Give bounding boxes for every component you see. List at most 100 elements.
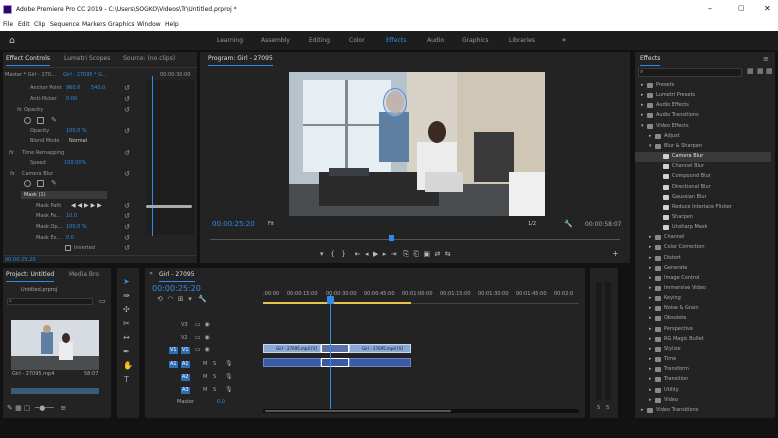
timeline-close-icon[interactable]: ✕ [149, 272, 153, 277]
master-value[interactable]: 0.0 [217, 400, 225, 405]
timeline-timecode[interactable]: 00:00:25:20 [152, 285, 201, 293]
mask-ellipse[interactable] [383, 88, 407, 117]
chevron-right-icon[interactable]: ▸ [641, 113, 644, 118]
chevron-right-icon[interactable]: ▸ [649, 397, 652, 403]
effects-folder[interactable]: ▸ Stylize [635, 345, 771, 355]
timeline-playhead-handle[interactable] [327, 296, 334, 304]
rectangle-mask-icon[interactable] [37, 117, 44, 124]
effects-folder[interactable]: ▸ Transform [635, 365, 771, 375]
a3-mute[interactable]: M [203, 388, 207, 393]
meter-solo-left[interactable]: S [597, 406, 600, 411]
effects-folder[interactable]: ▸ Audio Effects [635, 101, 771, 111]
a3-solo[interactable]: S [213, 388, 216, 393]
chevron-down-icon[interactable]: ▾ [641, 123, 644, 129]
workspace-learning[interactable]: Learning [217, 38, 243, 44]
chevron-right-icon[interactable]: ▸ [649, 326, 652, 332]
track-a1-label[interactable]: A1 [181, 361, 190, 368]
anchor-y[interactable]: 540.0 [91, 86, 105, 91]
cb-ellipse-mask-icon[interactable] [24, 180, 31, 187]
a1-source-toggle[interactable]: A1 [169, 361, 178, 368]
tab-source[interactable]: Source: (no clips) [123, 56, 175, 62]
effects-folder[interactable]: ▸ Color Correction [635, 243, 771, 253]
effects-folder[interactable]: ▸ Video [635, 396, 771, 406]
timeline-playhead[interactable] [330, 295, 331, 409]
ripple-edit-tool-icon[interactable]: ✣ [123, 306, 130, 314]
chevron-right-icon[interactable]: ▸ [649, 245, 652, 250]
program-timecode[interactable]: 00:00:25:20 [212, 221, 255, 228]
ellipse-mask-icon[interactable] [24, 117, 31, 124]
workspace-audio[interactable]: Audio [427, 38, 444, 44]
ec-current-time[interactable]: 00:00:25:20 [5, 258, 36, 263]
chevron-right-icon[interactable]: ▸ [649, 336, 652, 342]
program-title[interactable]: Program: Girl - 27095 [208, 56, 273, 66]
effects-item[interactable]: Camera Blur [635, 152, 771, 163]
effects-item[interactable]: Channel Blur [635, 162, 771, 172]
track-v3-controls[interactable]: ▭ ◉ [195, 322, 210, 328]
chevron-right-icon[interactable]: ▸ [641, 93, 644, 98]
chevron-right-icon[interactable]: ▸ [649, 346, 652, 352]
home-icon[interactable]: ⌂ [9, 36, 15, 46]
tab-effect-controls[interactable]: Effect Controls [6, 56, 50, 66]
yuv-effects-icon[interactable]: ▦ [766, 68, 773, 75]
track-v3-label[interactable]: V3 [181, 323, 188, 328]
effects-folder[interactable]: ▸ Perspective [635, 325, 771, 335]
reset-icon[interactable]: ↺ [124, 96, 130, 103]
menu-clip[interactable]: Clip [34, 22, 45, 28]
selection-tool-icon[interactable]: ➤ [123, 278, 130, 286]
video-clip[interactable]: Girl - 27095.mp4 [V] [263, 344, 321, 353]
chevron-right-icon[interactable]: ▸ [649, 296, 652, 301]
effects-item[interactable]: Sharpen [635, 213, 771, 223]
more-workspaces-icon[interactable]: » [562, 37, 566, 44]
effects-folder[interactable]: ▸ Video Transitions [635, 406, 771, 416]
timeline-tool-icons[interactable]: ⟲ ◠ ⊞ ▾ 🔧 [157, 296, 207, 303]
maximize-button[interactable]: ▢ [738, 5, 745, 12]
sequence-name[interactable]: Girl - 27095 * G... [63, 73, 107, 78]
chevron-down-icon[interactable]: ▾ [649, 143, 652, 149]
menu-sequence[interactable]: Sequence [50, 22, 80, 28]
camera-blur-label[interactable]: Camera Blur [22, 172, 53, 177]
workspace-effects[interactable]: Effects [386, 38, 406, 44]
effects-folder[interactable]: ▸ Generate [635, 264, 771, 274]
program-playhead-marker[interactable] [389, 235, 394, 241]
effects-folder[interactable]: ▸ Keying [635, 294, 771, 304]
mask-opacity-value[interactable]: 100.0 % [66, 225, 87, 230]
chevron-right-icon[interactable]: ▸ [649, 255, 652, 261]
menu-graphics[interactable]: Graphics [108, 22, 135, 28]
razor-tool-icon[interactable]: ✂ [123, 320, 130, 328]
timeline-h-scrollbar[interactable] [263, 409, 579, 413]
audio-clip-selected[interactable] [321, 358, 349, 367]
workspace-graphics[interactable]: Graphics [462, 38, 489, 44]
audio-clip[interactable] [263, 358, 321, 367]
effects-title[interactable]: Effects [640, 56, 661, 66]
effects-folder[interactable]: ▸ Utility [635, 386, 771, 396]
menu-edit[interactable]: Edit [18, 22, 30, 28]
chevron-right-icon[interactable]: ▸ [641, 407, 644, 413]
timeline-tab[interactable]: Girl - 27095 [159, 272, 195, 282]
effects-folder[interactable]: ▸ RG Magic Bullet [635, 335, 771, 345]
menu-markers[interactable]: Markers [82, 22, 106, 28]
audio-clip[interactable] [349, 358, 411, 367]
a2-mic-icon[interactable]: 🎙 [225, 374, 233, 380]
video-clip-selected[interactable] [321, 344, 349, 353]
reset-icon[interactable]: ↺ [124, 213, 130, 220]
menu-window[interactable]: Window [137, 22, 161, 28]
a2-mute[interactable]: M [203, 375, 207, 380]
chevron-right-icon[interactable]: ▸ [649, 235, 652, 240]
cb-rectangle-mask-icon[interactable] [37, 180, 44, 187]
resolution-dropdown[interactable]: 1/2 [528, 222, 536, 227]
chevron-right-icon[interactable]: ▸ [649, 133, 652, 139]
a1-mic-icon[interactable]: 🎙 [225, 361, 233, 367]
effects-item[interactable]: Gaussian Blur [635, 193, 771, 203]
blend-mode-select[interactable]: Normal [69, 139, 87, 144]
reset-icon[interactable]: ↺ [124, 245, 130, 252]
effects-item[interactable]: Unsharp Mask [635, 223, 771, 233]
program-video-frame[interactable] [289, 72, 545, 216]
meter-solo-right[interactable]: S [606, 406, 609, 411]
effects-folder[interactable]: ▾ Blur & Sharpen [635, 142, 771, 152]
chevron-right-icon[interactable]: ▸ [649, 275, 652, 281]
a1-mute[interactable]: M [203, 362, 207, 367]
a1-solo[interactable]: S [213, 362, 216, 367]
clip-thumbnail[interactable] [11, 320, 99, 370]
tab-lumetri-scopes[interactable]: Lumetri Scopes [64, 56, 110, 62]
workspace-assembly[interactable]: Assembly [261, 38, 290, 44]
